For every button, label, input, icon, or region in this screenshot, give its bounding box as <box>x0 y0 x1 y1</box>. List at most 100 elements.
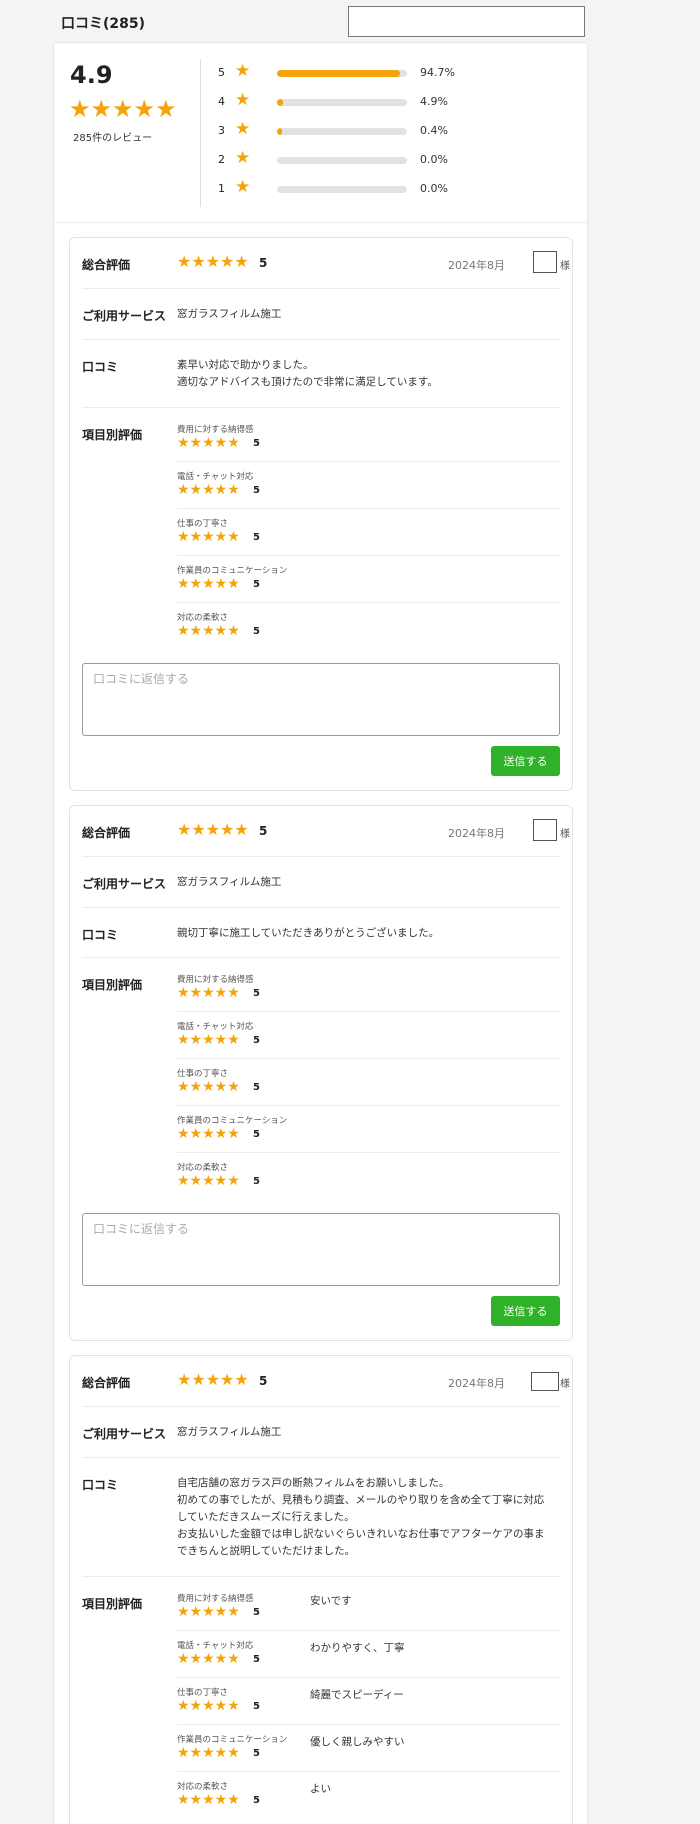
item-rating: 費用に対する納得感 ★★★★★ 5 安いです <box>177 1584 560 1631</box>
item-score: 5 <box>253 1701 260 1712</box>
item-score: 5 <box>253 579 260 590</box>
dist-bar-fill <box>277 99 284 106</box>
send-button[interactable]: 送信する <box>491 1296 560 1326</box>
item-label: 対応の柔軟さ <box>177 613 229 623</box>
comment-line: 素早い対応で助かりました。 <box>177 359 314 371</box>
comment-label: 口コミ <box>82 1478 119 1492</box>
item-score: 5 <box>253 988 260 999</box>
item-label: 費用に対する納得感 <box>177 425 254 435</box>
item-stars-icon: ★★★★★ <box>177 1651 240 1667</box>
comment-row: 口コミ 自宅店舗の窓ガラス戸の断熱フィルムをお願いしました。 初めての事でしたが… <box>82 1458 560 1577</box>
item-stars-icon: ★★★★★ <box>177 985 240 1001</box>
honorific-label: 様 <box>560 829 570 840</box>
dist-row-3: 3 ★ 0.4% <box>218 119 578 141</box>
star-icon: ★ <box>235 177 251 197</box>
item-stars-icon: ★★★★★ <box>177 1698 240 1714</box>
item-label: 費用に対する納得感 <box>177 1594 254 1604</box>
item-score: 5 <box>253 1748 260 1759</box>
item-score: 5 <box>253 1082 260 1093</box>
item-score: 5 <box>253 485 260 496</box>
items-label: 項目別評価 <box>82 428 143 442</box>
item-stars-icon: ★★★★★ <box>177 435 240 451</box>
item-label: 電話・チャット対応 <box>177 1022 254 1032</box>
reply-input[interactable] <box>82 1213 560 1286</box>
item-label: 電話・チャット対応 <box>177 1641 254 1651</box>
comment-text: 親切丁寧に施工していただきありがとうございました。 <box>177 925 439 942</box>
overall-score: 5 <box>259 824 268 838</box>
item-rating: 電話・チャット対応 ★★★★★ 5 <box>177 462 560 509</box>
dist-stars-label: 5 <box>218 66 225 79</box>
item-label: 仕事の丁寧さ <box>177 519 229 529</box>
items-row: 項目別評価 費用に対する納得感 ★★★★★ 5 電話・チャット対応 ★★★★★ 5 仕事… <box>82 958 560 1203</box>
item-stars-icon: ★★★★★ <box>177 1032 240 1048</box>
item-comment: わかりやすく、丁寧 <box>310 1642 405 1654</box>
comment-text: 自宅店舗の窓ガラス戸の断熱フィルムをお願いしました。 初めての事でしたが、見積も… <box>177 1475 545 1560</box>
item-label: 対応の柔軟さ <box>177 1163 229 1173</box>
customer-name-box[interactable] <box>533 819 557 841</box>
item-stars-icon: ★★★★★ <box>177 482 240 498</box>
customer-name-box[interactable] <box>531 1372 559 1391</box>
dist-bar <box>277 186 407 193</box>
overall-row: 総合評価 ★★★★★ 5 2024年8月 様 <box>82 806 570 857</box>
item-stars-icon: ★★★★★ <box>177 1173 240 1189</box>
item-stars-icon: ★★★★★ <box>177 1079 240 1095</box>
item-rating: 費用に対する納得感 ★★★★★ 5 <box>177 965 560 1012</box>
dist-bar <box>277 128 407 135</box>
top-search-box[interactable] <box>348 6 585 37</box>
comment-line: 適切なアドバイスも頂けたので非常に満足しています。 <box>177 376 438 388</box>
comment-line: お支払いした金額では申し訳ないぐらいきれいなお仕事でアフターケアの事ま <box>177 1528 545 1540</box>
comment-row: 口コミ 親切丁寧に施工していただきありがとうございました。 <box>82 908 560 958</box>
honorific-label: 様 <box>560 261 570 272</box>
reply-input[interactable] <box>82 663 560 736</box>
dist-bar <box>277 99 407 106</box>
overall-stars-icon: ★★★★★ <box>177 1370 249 1389</box>
dist-row-5: 5 ★ 94.7% <box>218 61 578 83</box>
service-value: 窓ガラスフィルム施工 <box>177 308 282 320</box>
dist-row-1: 1 ★ 0.0% <box>218 177 578 199</box>
star-icon: ★ <box>235 90 251 110</box>
overall-score: 5 <box>259 1374 268 1388</box>
service-value: 窓ガラスフィルム施工 <box>177 1426 282 1438</box>
overall-stars-icon: ★★★★★ <box>177 252 249 271</box>
overall-label: 総合評価 <box>82 826 131 840</box>
dist-stars-label: 1 <box>218 182 225 195</box>
item-rating: 作業員のコミュニケーション ★★★★★ 5 <box>177 1106 560 1153</box>
items-label: 項目別評価 <box>82 978 143 992</box>
item-rating: 対応の柔軟さ ★★★★★ 5 <box>177 1153 560 1200</box>
dist-bar <box>277 157 407 164</box>
item-rating: 費用に対する納得感 ★★★★★ 5 <box>177 415 560 462</box>
average-stars-icon: ★★★★★ <box>69 95 177 123</box>
star-icon: ★ <box>235 61 251 81</box>
review-count: 285件のレビュー <box>73 133 153 144</box>
comment-line: 自宅店舗の窓ガラス戸の断熱フィルムをお願いしました。 <box>177 1477 450 1489</box>
item-comment: 綺麗でスピーディー <box>310 1689 404 1701</box>
reviews-panel: 4.9 ★★★★★ 285件のレビュー 5 ★ 94.7% 4 ★ 4.9% 3… <box>53 42 589 1824</box>
service-row: ご利用サービス 窓ガラスフィルム施工 <box>82 857 560 908</box>
item-label: 仕事の丁寧さ <box>177 1688 229 1698</box>
item-rating: 仕事の丁寧さ ★★★★★ 5 <box>177 1059 560 1106</box>
overall-label: 総合評価 <box>82 258 131 272</box>
item-rating: 電話・チャット対応 ★★★★★ 5 わかりやすく、丁寧 <box>177 1631 560 1678</box>
item-score: 5 <box>253 438 260 449</box>
send-button[interactable]: 送信する <box>491 746 560 776</box>
item-score: 5 <box>253 626 260 637</box>
star-icon: ★ <box>235 119 251 139</box>
item-stars-icon: ★★★★★ <box>177 576 240 592</box>
dist-bar <box>277 70 407 77</box>
item-stars-icon: ★★★★★ <box>177 1745 240 1761</box>
item-label: 電話・チャット対応 <box>177 472 254 482</box>
comment-text: 素早い対応で助かりました。 適切なアドバイスも頂けたので非常に満足しています。 <box>177 357 438 391</box>
service-label: ご利用サービス <box>82 309 167 323</box>
items-row: 項目別評価 費用に対する納得感 ★★★★★ 5 電話・チャット対応 ★★★★★ 5 仕事… <box>82 408 560 653</box>
review-date: 2024年8月 <box>448 1377 505 1390</box>
item-label: 作業員のコミュニケーション <box>177 1735 288 1745</box>
item-stars-icon: ★★★★★ <box>177 1604 240 1620</box>
item-comment: 優しく親しみやすい <box>310 1736 405 1748</box>
item-stars-icon: ★★★★★ <box>177 1126 240 1142</box>
comment-line: 親切丁寧に施工していただきありがとうございました。 <box>177 927 440 939</box>
customer-name-box[interactable] <box>533 251 557 273</box>
item-score: 5 <box>253 1607 260 1618</box>
review-card: 総合評価 ★★★★★ 5 2024年8月 様 ご利用サービス 窓ガラスフィルム施… <box>69 1355 573 1824</box>
item-score: 5 <box>253 1035 260 1046</box>
item-score: 5 <box>253 532 260 543</box>
